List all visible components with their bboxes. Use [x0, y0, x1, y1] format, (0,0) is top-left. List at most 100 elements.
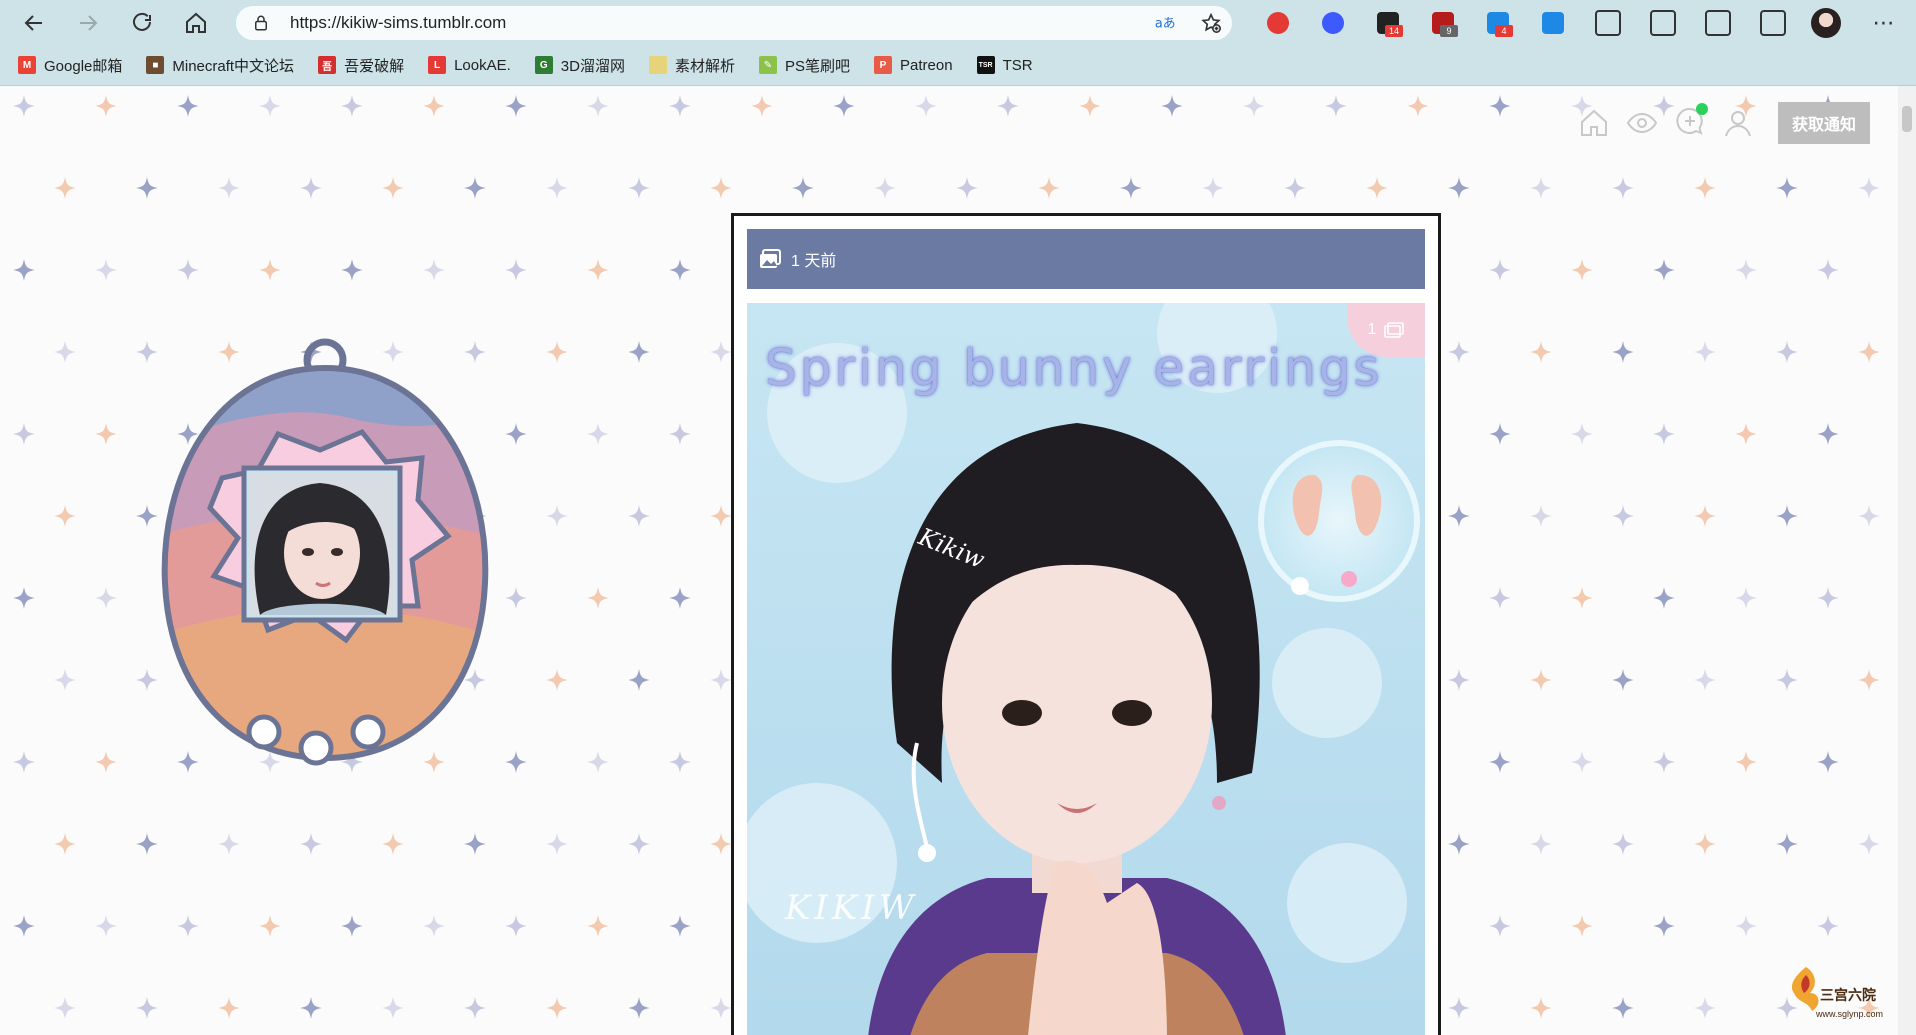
sparkle-decoration [259, 915, 281, 937]
sparkle-decoration [1489, 587, 1511, 609]
sparkle-decoration [1571, 423, 1593, 445]
sparkle-decoration [1776, 177, 1798, 199]
extension-button[interactable] [1690, 0, 1745, 45]
sparkle-decoration [1448, 505, 1470, 527]
avatar-portrait [249, 473, 395, 615]
page-scrollbar[interactable] [1898, 86, 1916, 1035]
lookae-icon: L [428, 56, 447, 74]
bookmark-item[interactable]: TSR TSR [976, 56, 1033, 74]
more-menu-button[interactable]: ⋯ [1856, 0, 1911, 45]
lock-icon[interactable] [252, 14, 270, 32]
get-notifications-button[interactable]: 获取通知 [1777, 102, 1870, 144]
url-text[interactable]: https://kikiw-sims.tumblr.com [290, 13, 506, 33]
ask-button[interactable] [1674, 102, 1708, 142]
home-button[interactable] [176, 3, 216, 43]
bookmark-item[interactable]: G 3D溜溜网 [534, 55, 625, 76]
sparkle-decoration [505, 915, 527, 937]
sparkle-decoration [1694, 833, 1716, 855]
sparkle-decoration [259, 95, 281, 117]
bookmark-item[interactable]: L LookAE. [428, 56, 511, 74]
add-favorite-icon[interactable] [1200, 12, 1222, 34]
extension-button[interactable]: 14 [1360, 0, 1415, 45]
post-photo[interactable]: Kikiw 1 Spring bunny earrings KIKIW [747, 303, 1425, 1035]
sparkle-decoration [1735, 751, 1757, 773]
eye-icon[interactable] [1626, 107, 1658, 139]
extension-button[interactable] [1580, 0, 1635, 45]
sparkle-decoration [1530, 997, 1552, 1019]
sparkle-decoration [1612, 341, 1634, 363]
address-bar[interactable]: https://kikiw-sims.tumblr.com aあ [236, 6, 1232, 40]
extension-button[interactable] [1745, 0, 1800, 45]
refresh-button[interactable] [122, 3, 162, 43]
blog-top-nav: 获取通知 [1578, 102, 1870, 144]
extension-button[interactable]: 4 [1470, 0, 1525, 45]
sparkle-decoration [1612, 833, 1634, 855]
post-header: 1 天前 [747, 229, 1425, 289]
abp-icon [1266, 11, 1289, 34]
forward-button[interactable] [68, 3, 108, 43]
sparkle-decoration [218, 997, 240, 1019]
sparkle-decoration [1776, 833, 1798, 855]
sparkle-decoration [587, 751, 609, 773]
sparkle-decoration [300, 833, 322, 855]
sparkle-decoration [341, 915, 363, 937]
sparkle-decoration [874, 177, 896, 199]
gmail-icon: M [18, 56, 36, 74]
tsr-icon: TSR [976, 56, 995, 74]
sparkle-decoration [710, 669, 732, 691]
notification-dot [1695, 102, 1708, 115]
post-card: 1 天前 Kikiw 1 Spring bunny earrings KIKIW [731, 213, 1441, 1035]
sparkle-decoration [997, 95, 1019, 117]
bookmark-item[interactable]: 素材解析 [648, 55, 735, 76]
sparkle-decoration [1653, 751, 1675, 773]
sparkle-decoration [1079, 95, 1101, 117]
home-icon[interactable] [1578, 107, 1610, 139]
crop-extension-icon [1541, 11, 1564, 34]
sparkle-decoration [218, 833, 240, 855]
sparkle-decoration [1653, 915, 1675, 937]
sparkle-decoration [259, 259, 281, 281]
bookmark-item[interactable]: ✎ PS笔刷吧 [759, 55, 850, 76]
sparkle-decoration [1284, 177, 1306, 199]
sparkle-decoration [136, 177, 158, 199]
scrollbar-thumb[interactable] [1902, 106, 1912, 132]
bookmark-item[interactable]: P Patreon [874, 56, 953, 74]
sparkle-decoration [546, 997, 568, 1019]
back-button[interactable] [14, 3, 54, 43]
sparkle-decoration [1325, 95, 1347, 117]
bookmark-item[interactable]: 吾吾爱破解 [318, 55, 404, 76]
extension-button[interactable] [1635, 0, 1690, 45]
photo-post-icon [760, 249, 781, 268]
bookmark-item[interactable]: M Google邮箱 [18, 55, 122, 76]
sparkle-decoration [54, 341, 76, 363]
sparkle-decoration [13, 915, 35, 937]
sparkle-decoration [464, 997, 486, 1019]
forward-arrow-icon [80, 14, 98, 31]
sparkle-decoration [1735, 423, 1757, 445]
profile-button[interactable] [1798, 0, 1853, 45]
extension-button[interactable] [1305, 0, 1360, 45]
sparkle-decoration [505, 423, 527, 445]
sparkle-decoration [587, 587, 609, 609]
bookmark-item[interactable]: ■ Minecraft中文论坛 [146, 55, 294, 76]
svg-text:aあ: aあ [1155, 17, 1176, 32]
browser-toolbar: https://kikiw-sims.tumblr.com aあ 14 9 4 ⋯ [0, 0, 1916, 45]
extension-button[interactable] [1525, 0, 1580, 45]
extension-badge: 9 [1440, 25, 1458, 37]
sparkle-decoration [1161, 95, 1183, 117]
user-icon[interactable] [1722, 107, 1754, 139]
sparkle-decoration [54, 505, 76, 527]
sparkle-decoration [546, 341, 568, 363]
translate-icon[interactable]: aあ [1154, 12, 1176, 34]
sparkle-decoration [1653, 259, 1675, 281]
post-timestamp[interactable]: 1 天前 [791, 247, 836, 271]
extension-button[interactable]: 9 [1415, 0, 1470, 45]
sparkle-decoration [1817, 751, 1839, 773]
sparkle-decoration [710, 833, 732, 855]
sparkle-decoration [1530, 341, 1552, 363]
extension-button[interactable] [1250, 0, 1305, 45]
sparkle-decoration [1448, 177, 1470, 199]
sparkle-decoration [177, 95, 199, 117]
refresh-icon [133, 12, 151, 31]
sparkle-decoration [546, 669, 568, 691]
